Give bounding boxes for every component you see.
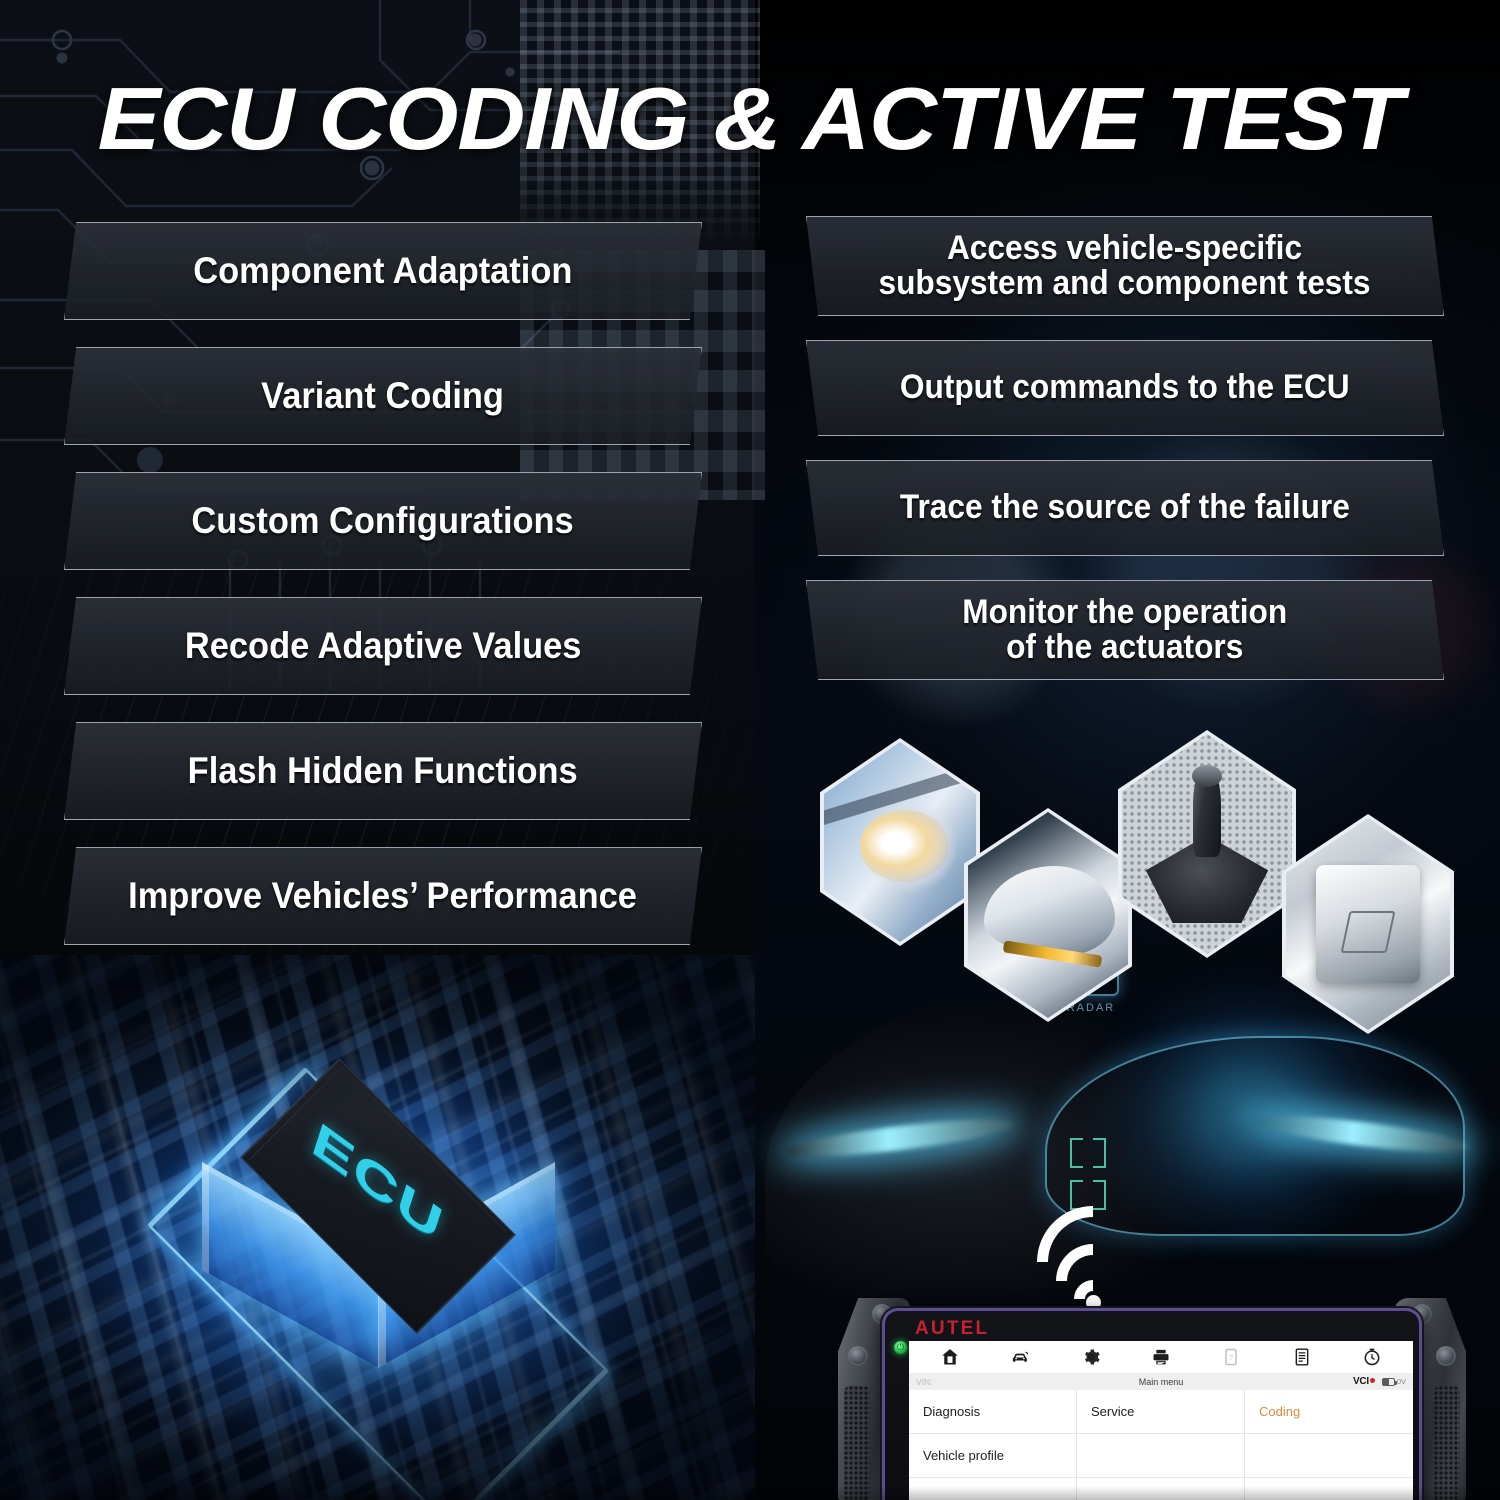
vci-status-dot <box>1369 1378 1375 1383</box>
grip-screw-boss <box>1436 1346 1456 1366</box>
feature-box-recode-adaptive-values[interactable]: Recode Adaptive Values <box>64 597 702 695</box>
autel-logo: AUTEL <box>915 1318 990 1339</box>
report-icon[interactable] <box>1292 1347 1312 1367</box>
screen-title: Main menu <box>1138 1376 1184 1387</box>
home-icon[interactable] <box>940 1347 960 1367</box>
battery-indicator: 0V <box>1381 1377 1406 1386</box>
vci-indicator[interactable]: VCI <box>1353 1376 1375 1387</box>
power-led-icon: ⏻ <box>894 1341 907 1354</box>
ecu-chip-scene: ECU <box>0 955 755 1500</box>
vehicle-icon[interactable] <box>1010 1347 1030 1367</box>
feature-label: Custom Configurations <box>191 499 575 541</box>
hexagon-photo-cluster <box>812 726 1472 1034</box>
gear-shifter-photo <box>1118 730 1296 958</box>
headlight-lens-glow <box>860 810 949 882</box>
feature-box-variant-coding[interactable]: Variant Coding <box>64 347 702 445</box>
feature-box-improve-performance[interactable]: Improve Vehicles’ Performance <box>64 847 702 945</box>
feature-label: Recode Adaptive Values <box>184 624 582 666</box>
feature-label-line1: Monitor the operation <box>962 592 1288 631</box>
feature-label-line1: Access vehicle-specific <box>947 228 1303 267</box>
infographic-canvas: 3 RPM x1000 <box>0 0 1500 1500</box>
feature-box-custom-configurations[interactable]: Custom Configurations <box>64 472 702 570</box>
battery-voltage: 0V <box>1396 1377 1406 1386</box>
menu-item-coding[interactable]: Coding <box>1245 1390 1413 1434</box>
main-menu-grid: Diagnosis Service Coding Vehicle profile <box>909 1390 1413 1500</box>
feature-box-trace-failure[interactable]: Trace the source of the failure <box>806 460 1444 556</box>
right-feature-column: Access vehicle-specific subsystem and co… <box>806 216 1444 704</box>
feature-box-component-adaptation[interactable]: Component Adaptation <box>64 222 702 320</box>
battery-icon <box>1381 1377 1398 1386</box>
menu-item-diagnosis[interactable]: Diagnosis <box>909 1390 1077 1434</box>
app-toolbar: ? <box>909 1341 1413 1373</box>
grip-screw-boss <box>848 1346 868 1366</box>
menu-item-empty[interactable] <box>1077 1434 1245 1478</box>
feature-box-monitor-actuators[interactable]: Monitor the operation of the actuators <box>806 580 1444 680</box>
left-feature-column: Component Adaptation Variant Coding Cust… <box>64 222 702 972</box>
focus-bracket-1 <box>1070 1138 1106 1168</box>
feature-label: Variant Coding <box>261 374 505 416</box>
feature-label: Component Adaptation <box>193 249 573 291</box>
menu-item-empty[interactable] <box>909 1478 1077 1500</box>
window-switch-glyph <box>1340 911 1396 954</box>
svg-text:?: ? <box>1229 1353 1233 1362</box>
vci-label: VCI <box>1353 1376 1369 1387</box>
menu-item-service[interactable]: Service <box>1077 1390 1245 1434</box>
autel-diagnostic-tablet: ⏻ AUTEL ? VIN: Main menu VCI 0V Diagnosi… <box>838 1296 1466 1500</box>
printer-icon[interactable] <box>1151 1347 1171 1367</box>
headlight-photo <box>820 738 980 946</box>
status-bar: VIN: Main menu VCI 0V <box>909 1373 1413 1390</box>
feature-label: Trace the source of the failure <box>900 488 1350 527</box>
grip-tread-texture <box>844 1386 870 1500</box>
grip-tread-texture <box>1434 1386 1460 1500</box>
timer-icon[interactable] <box>1362 1347 1382 1367</box>
menu-item-vehicle-profile[interactable]: Vehicle profile <box>909 1434 1077 1478</box>
feature-label: Output commands to the ECU <box>900 368 1350 407</box>
feature-label-line2: of the actuators <box>1006 628 1244 666</box>
settings-gear-icon[interactable] <box>1081 1347 1101 1367</box>
feature-box-access-subsystem-tests[interactable]: Access vehicle-specific subsystem and co… <box>806 216 1444 316</box>
gear-shifter-photo-inner <box>1122 734 1292 954</box>
menu-item-empty[interactable] <box>1245 1478 1413 1500</box>
feature-label: Improve Vehicles’ Performance <box>128 874 638 916</box>
feature-label: Monitor the operation of the actuators <box>962 592 1288 666</box>
focus-bracket-2 <box>1070 1180 1106 1210</box>
menu-item-empty[interactable] <box>1245 1434 1413 1478</box>
wifi-icon <box>1013 1182 1173 1342</box>
help-icon[interactable]: ? <box>1221 1347 1241 1367</box>
feature-label: Access vehicle-specific subsystem and co… <box>878 228 1371 302</box>
status-right-group: VCI 0V <box>1353 1376 1406 1387</box>
feature-box-output-commands[interactable]: Output commands to the ECU <box>806 340 1444 436</box>
feature-label-line2: subsystem and component tests <box>878 264 1371 302</box>
menu-item-empty[interactable] <box>1077 1478 1245 1500</box>
shifter-knob-top <box>1191 764 1223 787</box>
page-title: ECU CODING & ACTIVE TEST <box>97 69 1404 168</box>
feature-label: Flash Hidden Functions <box>188 749 578 791</box>
tablet-bezel: ⏻ AUTEL ? VIN: Main menu VCI 0V Diagnosi… <box>882 1308 1422 1500</box>
ecu-vignette <box>0 955 755 1500</box>
tablet-screen: ? VIN: Main menu VCI 0V Diagnosis Servic… <box>909 1341 1413 1500</box>
headlight-photo-inner <box>824 742 976 942</box>
feature-box-flash-hidden-functions[interactable]: Flash Hidden Functions <box>64 722 702 820</box>
